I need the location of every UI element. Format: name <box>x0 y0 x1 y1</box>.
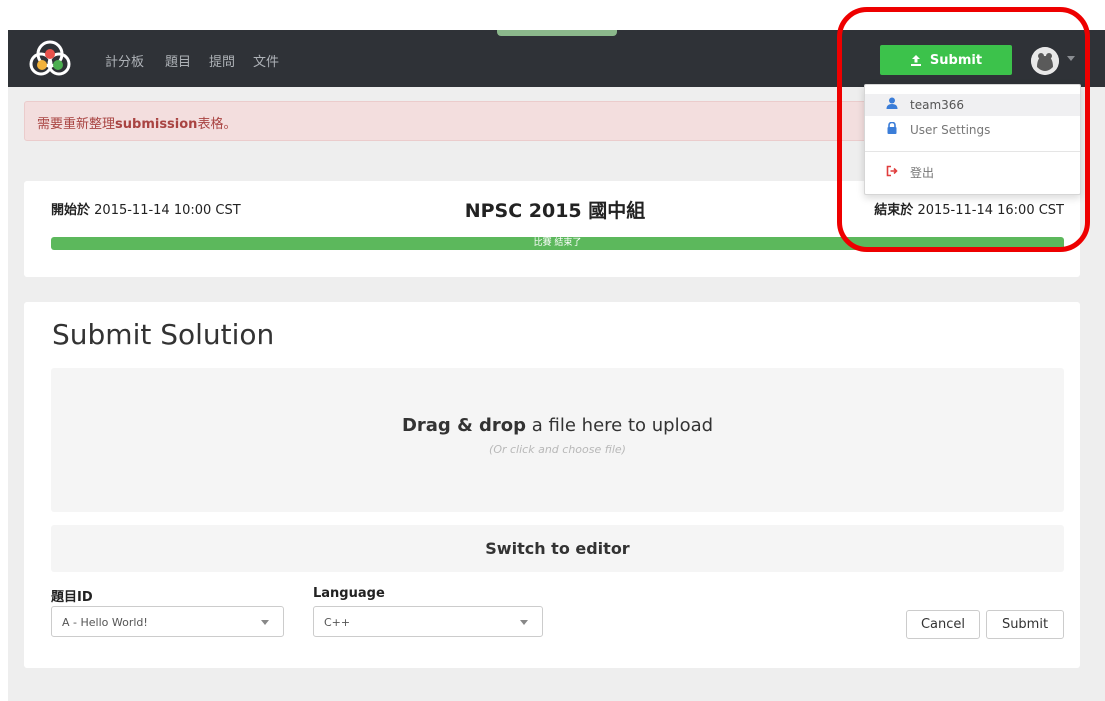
nav-link-clarifications[interactable]: 提問 <box>209 51 235 70</box>
dropdown-item-label: 登出 <box>910 166 935 180</box>
nav-link-documents[interactable]: 文件 <box>253 51 279 70</box>
dropdown-divider <box>865 151 1080 152</box>
sign-out-icon <box>886 165 898 180</box>
navbar-submit-button[interactable]: Submit <box>880 45 1012 75</box>
upload-icon <box>910 54 922 66</box>
language-select[interactable]: C++ <box>313 606 543 637</box>
start-label: 開始於 <box>51 203 91 218</box>
problem-select[interactable]: A - Hello World! <box>51 606 284 637</box>
submit-button[interactable]: Submit <box>986 610 1064 639</box>
alert-strong: submission <box>115 117 198 132</box>
chevron-down-icon <box>261 620 269 625</box>
dropdown-item-label: User Settings <box>910 122 991 137</box>
navbar-accent <box>497 30 617 36</box>
dropdown-item-logout[interactable]: 登出 <box>886 164 934 181</box>
navbar-submit-label: Submit <box>929 52 983 68</box>
problem-select-value: A - Hello World! <box>62 616 148 629</box>
chevron-down-icon[interactable] <box>1067 56 1075 61</box>
language-label: Language <box>313 586 385 601</box>
start-time: 2015-11-14 10:00 CST <box>94 203 241 218</box>
contest-progress-bar: 比賽 結束了 <box>51 237 1064 250</box>
nav-link-problems[interactable]: 題目 <box>165 51 191 70</box>
alert-prefix: 需要重新整理 <box>37 117 116 132</box>
chevron-down-icon <box>520 620 528 625</box>
logo-icon[interactable] <box>28 40 72 78</box>
switch-to-editor-button[interactable]: Switch to editor <box>51 525 1064 572</box>
contest-start: 開始於 2015-11-14 10:00 CST <box>51 199 241 218</box>
dropdown-item-settings[interactable]: User Settings <box>886 121 991 137</box>
problem-id-label: 題目ID <box>51 590 93 605</box>
lock-icon <box>886 121 898 137</box>
contest-title: NPSC 2015 國中組 <box>464 200 646 222</box>
dropzone-hint: (Or click and choose file) <box>489 443 626 456</box>
alert-suffix: 表格。 <box>197 117 237 132</box>
page-title: Submit Solution <box>52 318 275 351</box>
user-icon <box>886 97 898 112</box>
file-dropzone[interactable] <box>51 368 1064 512</box>
nav-link-scoreboard[interactable]: 計分板 <box>105 51 144 70</box>
dropzone-strong: Drag & drop <box>401 415 527 436</box>
dropzone-rest: a file here to upload <box>526 415 714 436</box>
end-label: 結束於 <box>874 203 914 218</box>
dropdown-item-team[interactable]: team366 <box>886 97 964 112</box>
dropzone-text: Drag & drop a file here to upload <box>51 415 1064 436</box>
language-select-value: C++ <box>324 616 351 629</box>
user-avatar-icon <box>1031 47 1059 75</box>
contest-end: 結束於 2015-11-14 16:00 CST <box>814 199 1064 218</box>
dropdown-item-label: team366 <box>910 97 965 112</box>
user-avatar[interactable] <box>1031 47 1059 75</box>
cancel-button[interactable]: Cancel <box>906 610 980 639</box>
end-time: 2015-11-14 16:00 CST <box>917 203 1064 218</box>
